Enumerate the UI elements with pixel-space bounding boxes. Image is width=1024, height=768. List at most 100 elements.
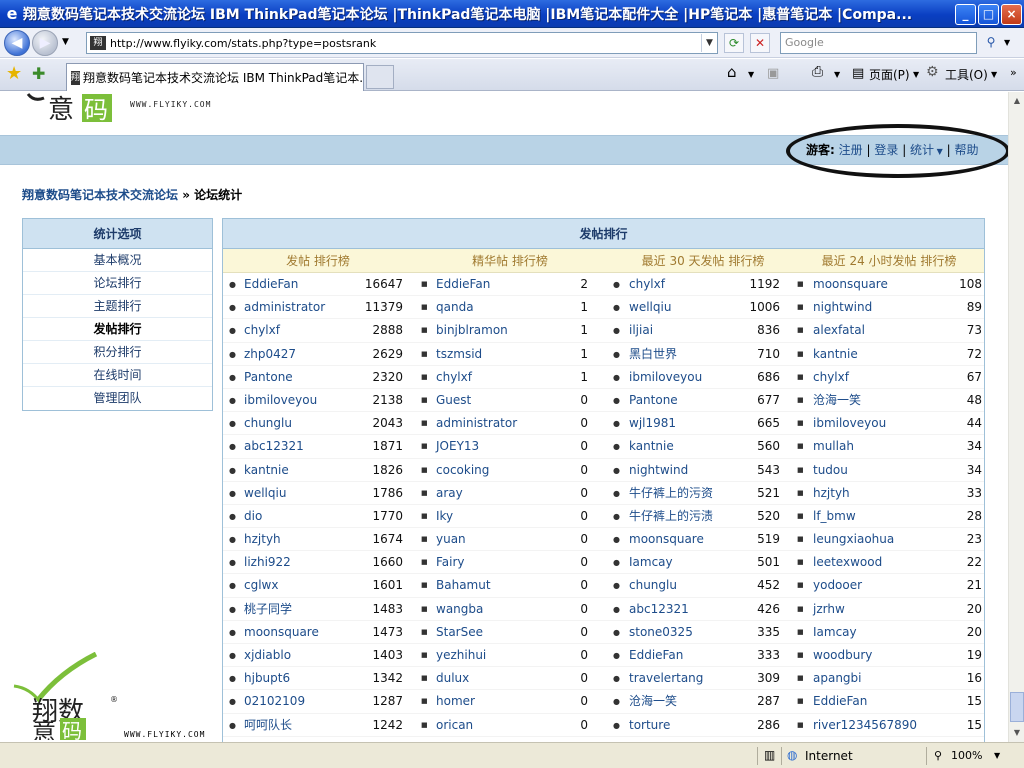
search-input[interactable]: Google xyxy=(780,32,977,54)
member-name-link[interactable]: leetexwood xyxy=(813,551,882,574)
member-name-link[interactable]: cglwx xyxy=(244,574,278,597)
member-name-link[interactable]: chunglu xyxy=(244,412,292,435)
member-name-link[interactable]: wjl1981 xyxy=(629,412,676,435)
member-name-link[interactable]: tudou xyxy=(813,459,848,482)
search-options-icon[interactable]: ▼ xyxy=(1004,38,1010,47)
print-dropdown-icon[interactable]: ▼ xyxy=(834,70,840,79)
member-name-link[interactable]: EddieFan xyxy=(629,644,683,667)
menu-item-admin-team[interactable]: 管理团队 xyxy=(23,387,212,410)
menu-item-post-rank[interactable]: 发帖排行 xyxy=(23,318,212,341)
member-name-link[interactable]: hzjtyh xyxy=(813,482,850,505)
member-name-link[interactable]: 呵呵队长 xyxy=(244,714,292,737)
member-name-link[interactable]: Pantone xyxy=(244,366,293,389)
stats-link[interactable]: 统计 xyxy=(910,143,934,157)
member-name-link[interactable]: ibmiloveyou xyxy=(629,366,702,389)
member-name-link[interactable]: lizhi922 xyxy=(244,551,291,574)
feeds-icon[interactable]: ▣ xyxy=(767,66,779,81)
member-name-link[interactable]: kantnie xyxy=(629,435,674,458)
member-name-link[interactable]: 02102109 xyxy=(244,690,305,713)
member-name-link[interactable]: chylxf xyxy=(244,319,280,342)
menu-item-credit-rank[interactable]: 积分排行 xyxy=(23,341,212,364)
member-name-link[interactable]: yodooer xyxy=(813,574,862,597)
address-url[interactable]: http://www.flyiky.com/stats.php?type=pos… xyxy=(110,37,701,50)
member-name-link[interactable]: abc12321 xyxy=(629,598,689,621)
help-link[interactable]: 帮助 xyxy=(954,143,978,157)
maximize-button[interactable]: □ xyxy=(978,4,999,25)
history-dropdown-icon[interactable]: ▼ xyxy=(62,37,69,47)
member-name-link[interactable]: kantnie xyxy=(813,343,858,366)
member-name-link[interactable]: wangba xyxy=(436,598,483,621)
member-name-link[interactable]: tszmsid xyxy=(436,343,482,366)
member-name-link[interactable]: EddieFan xyxy=(436,273,490,296)
member-name-link[interactable]: xjdiablo xyxy=(244,644,291,667)
scroll-down-icon[interactable]: ▼ xyxy=(1010,726,1024,740)
member-name-link[interactable]: Iky xyxy=(436,505,453,528)
member-name-link[interactable]: iljiai xyxy=(629,319,653,342)
member-name-link[interactable]: 桃子同学 xyxy=(244,598,292,621)
forward-button[interactable]: ▶ xyxy=(32,30,58,56)
member-name-link[interactable]: nightwind xyxy=(629,459,688,482)
member-name-link[interactable]: abc12321 xyxy=(244,435,304,458)
menu-item-online-time[interactable]: 在线时间 xyxy=(23,364,212,387)
breadcrumb-home-link[interactable]: 翔意数码笔记本技术交流论坛 xyxy=(22,188,178,202)
member-name-link[interactable]: EddieFan xyxy=(813,690,867,713)
member-name-link[interactable]: administrator xyxy=(436,412,517,435)
site-logo[interactable]: 意 码 xyxy=(24,92,124,125)
member-name-link[interactable]: chylxf xyxy=(813,366,849,389)
member-name-link[interactable]: river1234567890 xyxy=(813,714,917,737)
member-name-link[interactable]: ibmiloveyou xyxy=(813,412,886,435)
member-name-link[interactable]: cocoking xyxy=(436,459,489,482)
member-name-link[interactable]: chunglu xyxy=(629,574,677,597)
address-dropdown-icon[interactable]: ▼ xyxy=(701,34,717,52)
member-name-link[interactable]: qanda xyxy=(436,296,474,319)
login-link[interactable]: 登录 xyxy=(874,143,898,157)
stats-dropdown-icon[interactable]: ▼ xyxy=(934,147,943,156)
member-name-link[interactable]: moonsquare xyxy=(244,621,319,644)
member-name-link[interactable]: dulux xyxy=(436,667,469,690)
member-name-link[interactable]: chylxf xyxy=(629,273,665,296)
member-name-link[interactable]: nightwind xyxy=(813,296,872,319)
member-name-link[interactable]: wellqiu xyxy=(629,296,671,319)
member-name-link[interactable]: chylxf xyxy=(436,366,472,389)
member-name-link[interactable]: ibmiloveyou xyxy=(244,389,317,412)
member-name-link[interactable]: jzrhw xyxy=(813,598,845,621)
more-commands-icon[interactable]: » xyxy=(1010,66,1017,79)
member-name-link[interactable]: yezhihui xyxy=(436,644,486,667)
member-name-link[interactable]: wellqiu xyxy=(244,482,286,505)
member-name-link[interactable]: Pantone xyxy=(629,389,678,412)
member-name-link[interactable]: hjbupt6 xyxy=(244,667,290,690)
member-name-link[interactable]: 牛仔裤上的污资 xyxy=(629,482,713,505)
member-name-link[interactable]: leungxiaohua xyxy=(813,528,894,551)
member-name-link[interactable]: orican xyxy=(436,714,473,737)
member-name-link[interactable]: StarSee xyxy=(436,621,483,644)
refresh-button[interactable]: ⟳ xyxy=(724,33,744,53)
member-name-link[interactable]: mullah xyxy=(813,435,854,458)
member-name-link[interactable]: moonsquare xyxy=(629,528,704,551)
menu-item-forum-rank[interactable]: 论坛排行 xyxy=(23,272,212,295)
new-tab-button[interactable] xyxy=(366,65,394,89)
member-name-link[interactable]: alexfatal xyxy=(813,319,865,342)
member-name-link[interactable]: kantnie xyxy=(244,459,289,482)
minimize-button[interactable]: _ xyxy=(955,4,976,25)
member-name-link[interactable]: binjblramon xyxy=(436,319,508,342)
stop-button[interactable]: ✕ xyxy=(750,33,770,53)
member-name-link[interactable]: zhp0427 xyxy=(244,343,296,366)
member-name-link[interactable]: torture xyxy=(629,714,670,737)
page-menu[interactable]: 页面(P) xyxy=(869,66,910,83)
tools-menu[interactable]: 工具(O) xyxy=(945,66,988,83)
member-name-link[interactable]: hzjtyh xyxy=(244,528,281,551)
menu-item-basic[interactable]: 基本概况 xyxy=(23,249,212,272)
member-name-link[interactable]: homer xyxy=(436,690,475,713)
member-name-link[interactable]: yuan xyxy=(436,528,466,551)
member-name-link[interactable]: Iamcay xyxy=(813,621,857,644)
member-name-link[interactable]: lf_bmw xyxy=(813,505,856,528)
scroll-up-icon[interactable]: ▲ xyxy=(1010,94,1024,108)
zoom-level[interactable]: 100% xyxy=(951,749,982,762)
page-dropdown-icon[interactable]: ▼ xyxy=(913,70,919,79)
member-name-link[interactable]: Iamcay xyxy=(629,551,673,574)
scrollbar-thumb[interactable] xyxy=(1010,692,1024,722)
tools-dropdown-icon[interactable]: ▼ xyxy=(991,70,997,79)
add-favorites-icon[interactable]: ✚ xyxy=(32,64,45,83)
member-name-link[interactable]: administrator xyxy=(244,296,325,319)
member-name-link[interactable]: 黑白世界 xyxy=(629,343,677,366)
